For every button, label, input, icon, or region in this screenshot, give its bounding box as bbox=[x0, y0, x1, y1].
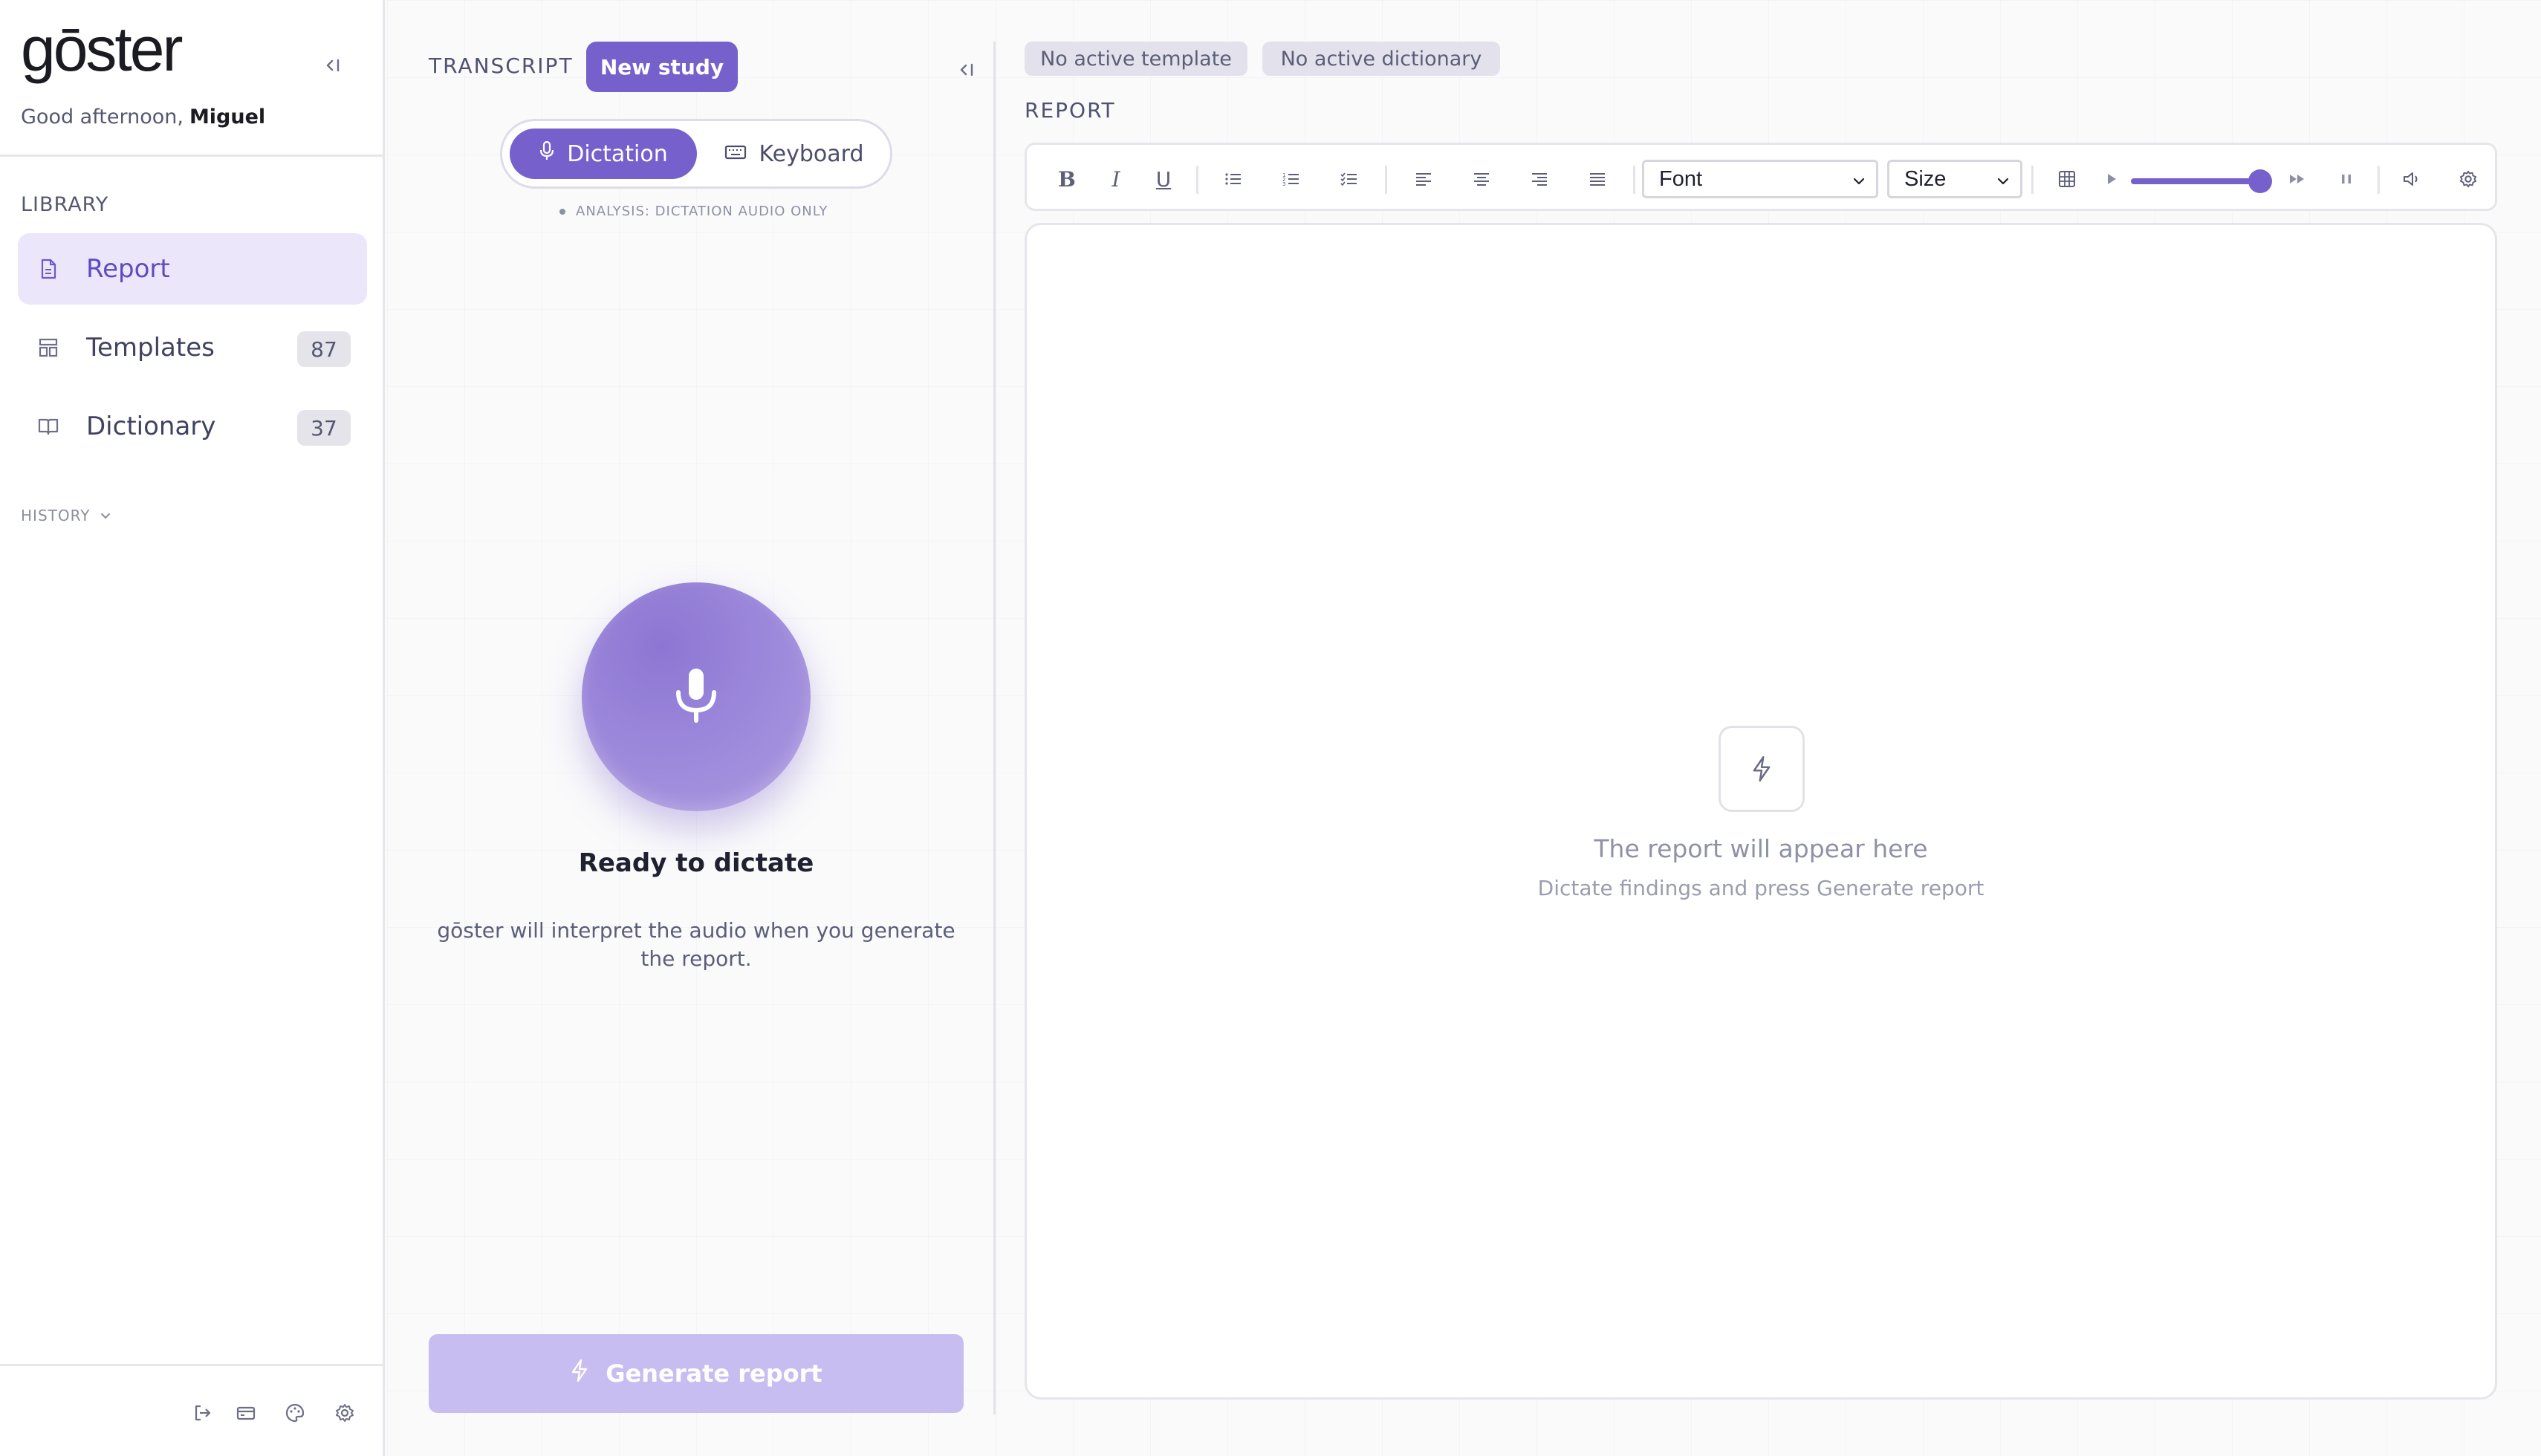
svg-text:3: 3 bbox=[1282, 181, 1285, 187]
history-label: HISTORY bbox=[21, 507, 91, 524]
analysis-note-text: ANALYSIS: DICTATION AUDIO ONLY bbox=[576, 204, 828, 219]
sidebar-divider bbox=[0, 155, 385, 157]
toolbar-separator bbox=[2378, 166, 2380, 194]
generate-report-button[interactable]: Generate report bbox=[429, 1334, 964, 1413]
dictionary-status-chip[interactable]: No active dictionary bbox=[1262, 42, 1500, 76]
templates-icon bbox=[37, 337, 59, 359]
new-study-button[interactable]: New study bbox=[586, 42, 738, 92]
card-icon[interactable] bbox=[231, 1398, 261, 1428]
align-justify-icon[interactable] bbox=[1583, 164, 1612, 194]
play-icon[interactable] bbox=[2097, 164, 2126, 194]
dictation-label: Dictation bbox=[567, 140, 668, 167]
chevron-down-icon bbox=[1995, 171, 2011, 195]
report-panel: No active template No active dictionary … bbox=[996, 0, 2541, 1456]
document-icon bbox=[37, 258, 59, 280]
align-right-icon[interactable] bbox=[1525, 164, 1554, 194]
sidebar-collapse-icon[interactable] bbox=[317, 49, 349, 82]
checklist-icon[interactable] bbox=[1334, 164, 1364, 194]
sidebar-footer-divider bbox=[0, 1364, 385, 1366]
settings-icon[interactable] bbox=[330, 1398, 360, 1428]
italic-button[interactable]: I bbox=[1101, 164, 1131, 194]
playback-slider-track[interactable] bbox=[2131, 178, 2260, 184]
table-icon[interactable] bbox=[2052, 164, 2082, 194]
palette-icon[interactable] bbox=[280, 1398, 310, 1428]
record-mic-button[interactable] bbox=[582, 582, 811, 811]
transcript-heading: TRANSCRIPT bbox=[429, 53, 574, 78]
book-icon bbox=[37, 415, 59, 438]
volume-icon[interactable] bbox=[2397, 164, 2427, 194]
lightning-icon bbox=[1719, 726, 1805, 812]
size-select[interactable]: Size bbox=[1887, 160, 2022, 198]
fast-forward-icon[interactable] bbox=[2282, 164, 2312, 194]
analysis-note: ANALYSIS: DICTATION AUDIO ONLY bbox=[559, 204, 828, 219]
pause-icon[interactable] bbox=[2331, 164, 2361, 194]
report-heading: REPORT bbox=[1025, 98, 1116, 123]
toolbar-separator bbox=[1385, 166, 1387, 194]
keyboard-mode-button[interactable]: Keyboard bbox=[701, 129, 887, 179]
ready-status: Ready to dictate bbox=[578, 848, 814, 878]
generate-report-label: Generate report bbox=[606, 1359, 822, 1388]
chevron-down-icon bbox=[99, 507, 112, 524]
font-select[interactable]: Font bbox=[1642, 160, 1878, 198]
logout-icon[interactable] bbox=[187, 1398, 217, 1428]
greeting: Good afternoon, Miguel bbox=[21, 105, 265, 129]
playback-slider-thumb[interactable] bbox=[2248, 169, 2272, 193]
templates-count-badge: 87 bbox=[297, 331, 351, 367]
sidebar-item-label: Report bbox=[86, 254, 170, 284]
bold-button[interactable]: B bbox=[1052, 164, 1082, 194]
user-name: Miguel bbox=[189, 105, 266, 129]
history-toggle[interactable]: HISTORY bbox=[21, 507, 112, 524]
mic-icon bbox=[539, 140, 555, 167]
sidebar-item-dictionary[interactable]: Dictionary 37 bbox=[18, 391, 367, 462]
report-editor[interactable]: The report will appear here Dictate find… bbox=[1025, 223, 2497, 1400]
chevron-down-icon bbox=[1851, 171, 1867, 195]
align-left-icon[interactable] bbox=[1409, 164, 1438, 194]
greeting-prefix: Good afternoon, bbox=[21, 105, 184, 129]
bullet-list-icon[interactable] bbox=[1218, 164, 1248, 194]
transcript-panel: TRANSCRIPT New study Dictation Keyboard … bbox=[387, 0, 993, 1456]
align-center-icon[interactable] bbox=[1467, 164, 1496, 194]
size-select-value: Size bbox=[1904, 166, 1947, 191]
keyboard-label: Keyboard bbox=[759, 140, 864, 167]
transcript-collapse-icon[interactable] bbox=[950, 53, 983, 86]
mic-icon bbox=[672, 666, 720, 728]
toolbar-separator bbox=[1633, 166, 1635, 194]
interpret-help-text: gōster will interpret the audio when you… bbox=[437, 918, 955, 971]
sidebar-item-label: Dictionary bbox=[86, 412, 216, 441]
input-mode-toggle: Dictation Keyboard bbox=[500, 119, 892, 189]
settings-icon[interactable] bbox=[2453, 164, 2483, 194]
status-dot bbox=[559, 208, 565, 215]
lightning-icon bbox=[570, 1359, 589, 1388]
font-select-value: Font bbox=[1659, 166, 1703, 191]
sidebar-item-label: Templates bbox=[86, 333, 215, 363]
app-logo: gōster bbox=[21, 14, 183, 84]
dictation-mode-button[interactable]: Dictation bbox=[510, 129, 697, 179]
library-heading: LIBRARY bbox=[21, 193, 109, 216]
sidebar: gōster Good afternoon, Miguel LIBRARY Rep… bbox=[0, 0, 385, 1456]
empty-state-title: The report will appear here bbox=[1594, 834, 1928, 863]
toolbar-separator bbox=[1196, 166, 1198, 194]
empty-state-subtitle: Dictate findings and press Generate repo… bbox=[1537, 876, 1985, 900]
template-status-chip[interactable]: No active template bbox=[1025, 42, 1247, 76]
toolbar-separator bbox=[2031, 166, 2034, 194]
underline-button[interactable]: U bbox=[1149, 164, 1178, 194]
sidebar-item-report[interactable]: Report bbox=[18, 233, 367, 305]
dictionary-count-badge: 37 bbox=[297, 410, 351, 446]
sidebar-item-templates[interactable]: Templates 87 bbox=[18, 312, 367, 383]
numbered-list-icon[interactable]: 123 bbox=[1276, 164, 1306, 194]
editor-toolbar: B I U 123 Font Size bbox=[1025, 143, 2497, 211]
keyboard-icon bbox=[724, 141, 747, 167]
